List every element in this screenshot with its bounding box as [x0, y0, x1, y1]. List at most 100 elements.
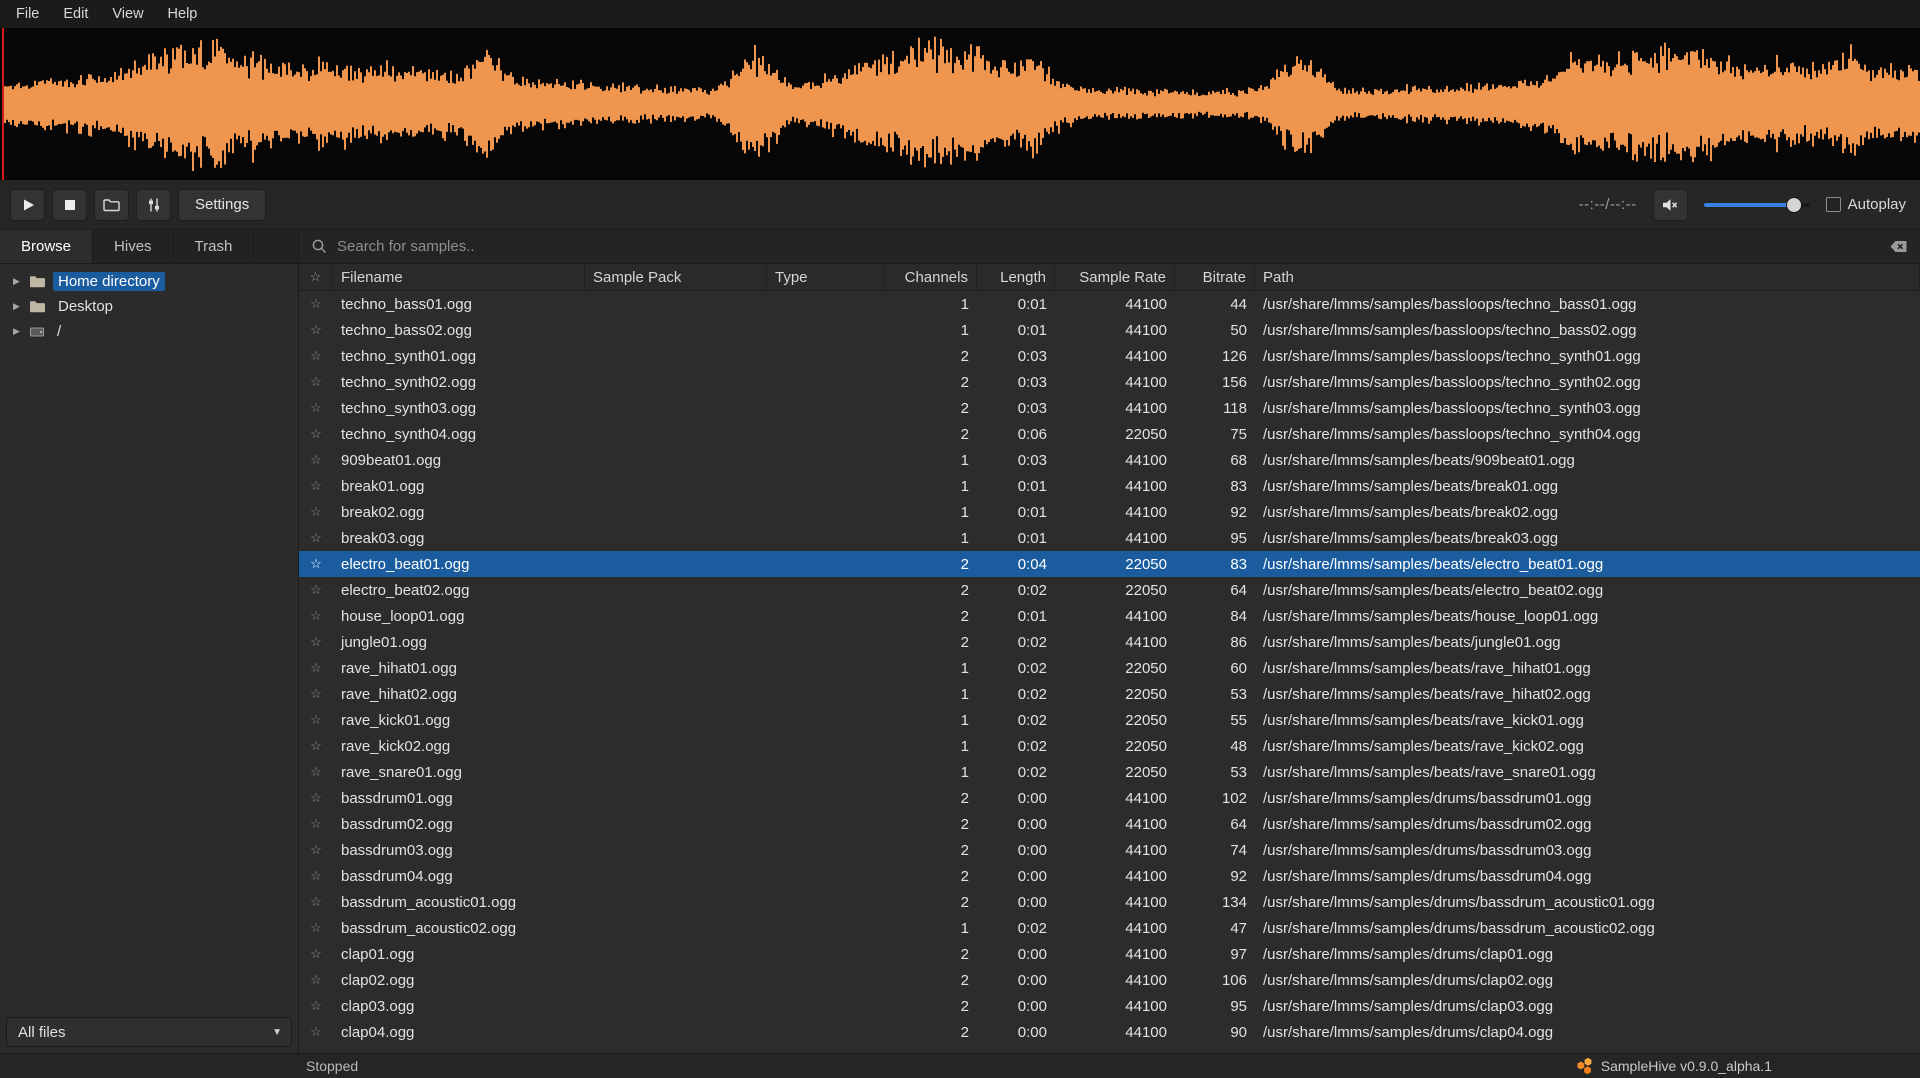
table-row[interactable]: ☆ clap01.ogg 2 0:00 44100 97 /usr/share/… — [299, 941, 1920, 967]
table-row[interactable]: ☆ bassdrum_acoustic02.ogg 1 0:02 44100 4… — [299, 915, 1920, 941]
autoplay-checkbox[interactable] — [1826, 197, 1841, 212]
favorite-star-icon[interactable]: ☆ — [299, 582, 333, 598]
tree-item[interactable]: ▶ Desktop — [0, 294, 298, 319]
favorite-star-icon[interactable]: ☆ — [299, 868, 333, 884]
favorite-star-icon[interactable]: ☆ — [299, 1024, 333, 1040]
search-input[interactable] — [337, 238, 1880, 255]
table-row[interactable]: ☆ techno_synth02.ogg 2 0:03 44100 156 /u… — [299, 369, 1920, 395]
column-header-type[interactable]: Type — [767, 264, 885, 290]
table-row[interactable]: ☆ rave_snare01.ogg 1 0:02 22050 53 /usr/… — [299, 759, 1920, 785]
table-row[interactable]: ☆ rave_kick02.ogg 1 0:02 22050 48 /usr/s… — [299, 733, 1920, 759]
menu-file[interactable]: File — [4, 0, 51, 28]
table-row[interactable]: ☆ bassdrum04.ogg 2 0:00 44100 92 /usr/sh… — [299, 863, 1920, 889]
favorite-star-icon[interactable]: ☆ — [299, 816, 333, 832]
tree-item[interactable]: ▶ Home directory — [0, 269, 298, 294]
column-header-bitrate[interactable]: Bitrate — [1175, 264, 1255, 290]
table-row[interactable]: ☆ techno_bass02.ogg 1 0:01 44100 50 /usr… — [299, 317, 1920, 343]
expander-icon[interactable]: ▶ — [11, 276, 22, 287]
favorite-star-icon[interactable]: ☆ — [299, 504, 333, 520]
column-header-length[interactable]: Length — [977, 264, 1055, 290]
column-header-sample-pack[interactable]: Sample Pack — [585, 264, 767, 290]
stop-button[interactable] — [52, 189, 87, 221]
table-row[interactable]: ☆ clap02.ogg 2 0:00 44100 106 /usr/share… — [299, 967, 1920, 993]
sample-browser: ☆ FilenameSample PackTypeChannelsLengthS… — [299, 230, 1920, 1053]
waveform-display[interactable] — [0, 28, 1920, 180]
volume-slider[interactable] — [1704, 203, 1810, 207]
table-row[interactable]: ☆ jungle01.ogg 2 0:02 44100 86 /usr/shar… — [299, 629, 1920, 655]
favorite-star-icon[interactable]: ☆ — [299, 920, 333, 936]
playhead-marker[interactable] — [2, 28, 4, 180]
tab-browse[interactable]: Browse — [0, 230, 93, 263]
table-row[interactable]: ☆ rave_kick01.ogg 1 0:02 22050 55 /usr/s… — [299, 707, 1920, 733]
menu-help[interactable]: Help — [156, 0, 210, 28]
filename-cell: techno_synth03.ogg — [333, 400, 585, 417]
tab-hives[interactable]: Hives — [93, 230, 174, 263]
favorite-star-icon[interactable]: ☆ — [299, 998, 333, 1014]
column-header-sample-rate[interactable]: Sample Rate — [1055, 264, 1175, 290]
expander-icon[interactable]: ▶ — [11, 301, 22, 312]
volume-slider-handle[interactable] — [1786, 197, 1802, 213]
favorite-star-icon[interactable]: ☆ — [299, 660, 333, 676]
tab-trash[interactable]: Trash — [174, 230, 255, 263]
play-button[interactable] — [10, 189, 45, 221]
favorite-star-icon[interactable]: ☆ — [299, 686, 333, 702]
favorite-star-icon[interactable]: ☆ — [299, 946, 333, 962]
table-row[interactable]: ☆ electro_beat02.ogg 2 0:02 22050 64 /us… — [299, 577, 1920, 603]
column-header-filename[interactable]: Filename — [333, 264, 585, 290]
length-cell: 0:02 — [977, 764, 1055, 781]
favorite-star-icon[interactable]: ☆ — [299, 972, 333, 988]
favorite-star-icon[interactable]: ☆ — [299, 478, 333, 494]
column-header-path[interactable]: Path — [1255, 264, 1920, 290]
favorite-star-icon[interactable]: ☆ — [299, 712, 333, 728]
favorite-star-icon[interactable]: ☆ — [299, 374, 333, 390]
favorite-column-header[interactable]: ☆ — [299, 264, 333, 290]
favorite-star-icon[interactable]: ☆ — [299, 452, 333, 468]
favorite-star-icon[interactable]: ☆ — [299, 634, 333, 650]
favorite-star-icon[interactable]: ☆ — [299, 556, 333, 572]
table-row[interactable]: ☆ rave_hihat01.ogg 1 0:02 22050 60 /usr/… — [299, 655, 1920, 681]
table-row[interactable]: ☆ electro_beat01.ogg 2 0:04 22050 83 /us… — [299, 551, 1920, 577]
favorite-star-icon[interactable]: ☆ — [299, 790, 333, 806]
table-row[interactable]: ☆ bassdrum_acoustic01.ogg 2 0:00 44100 1… — [299, 889, 1920, 915]
expander-icon[interactable]: ▶ — [11, 326, 22, 337]
table-row[interactable]: ☆ 909beat01.ogg 1 0:03 44100 68 /usr/sha… — [299, 447, 1920, 473]
table-row[interactable]: ☆ techno_synth04.ogg 2 0:06 22050 75 /us… — [299, 421, 1920, 447]
table-row[interactable]: ☆ clap03.ogg 2 0:00 44100 95 /usr/share/… — [299, 993, 1920, 1019]
table-row[interactable]: ☆ techno_bass01.ogg 1 0:01 44100 44 /usr… — [299, 291, 1920, 317]
loop-button[interactable] — [94, 189, 129, 221]
table-row[interactable]: ☆ techno_synth01.ogg 2 0:03 44100 126 /u… — [299, 343, 1920, 369]
path-cell: /usr/share/lmms/samples/drums/bassdrum03… — [1255, 842, 1920, 859]
favorite-star-icon[interactable]: ☆ — [299, 530, 333, 546]
favorite-star-icon[interactable]: ☆ — [299, 348, 333, 364]
menu-edit[interactable]: Edit — [51, 0, 100, 28]
table-row[interactable]: ☆ bassdrum03.ogg 2 0:00 44100 74 /usr/sh… — [299, 837, 1920, 863]
table-row[interactable]: ☆ bassdrum01.ogg 2 0:00 44100 102 /usr/s… — [299, 785, 1920, 811]
column-header-channels[interactable]: Channels — [885, 264, 977, 290]
favorite-star-icon[interactable]: ☆ — [299, 296, 333, 312]
favorite-star-icon[interactable]: ☆ — [299, 400, 333, 416]
favorite-star-icon[interactable]: ☆ — [299, 608, 333, 624]
mute-button[interactable] — [1653, 189, 1688, 221]
table-row[interactable]: ☆ techno_synth03.ogg 2 0:03 44100 118 /u… — [299, 395, 1920, 421]
file-filter-dropdown[interactable]: All files ▼ — [6, 1017, 292, 1047]
table-row[interactable]: ☆ bassdrum02.ogg 2 0:00 44100 64 /usr/sh… — [299, 811, 1920, 837]
table-row[interactable]: ☆ house_loop01.ogg 2 0:01 44100 84 /usr/… — [299, 603, 1920, 629]
settings-button[interactable]: Settings — [178, 189, 266, 221]
length-cell: 0:06 — [977, 426, 1055, 443]
tree-item[interactable]: ▶ / — [0, 319, 298, 344]
table-row[interactable]: ☆ break02.ogg 1 0:01 44100 92 /usr/share… — [299, 499, 1920, 525]
table-row[interactable]: ☆ rave_hihat02.ogg 1 0:02 22050 53 /usr/… — [299, 681, 1920, 707]
favorite-star-icon[interactable]: ☆ — [299, 842, 333, 858]
table-row[interactable]: ☆ clap04.ogg 2 0:00 44100 90 /usr/share/… — [299, 1019, 1920, 1045]
favorite-star-icon[interactable]: ☆ — [299, 426, 333, 442]
favorite-star-icon[interactable]: ☆ — [299, 764, 333, 780]
channels-cell: 2 — [885, 348, 977, 365]
filters-button[interactable] — [136, 189, 171, 221]
favorite-star-icon[interactable]: ☆ — [299, 894, 333, 910]
favorite-star-icon[interactable]: ☆ — [299, 322, 333, 338]
clear-search-icon[interactable] — [1889, 238, 1908, 255]
table-row[interactable]: ☆ break03.ogg 1 0:01 44100 95 /usr/share… — [299, 525, 1920, 551]
favorite-star-icon[interactable]: ☆ — [299, 738, 333, 754]
menu-view[interactable]: View — [100, 0, 155, 28]
table-row[interactable]: ☆ break01.ogg 1 0:01 44100 83 /usr/share… — [299, 473, 1920, 499]
